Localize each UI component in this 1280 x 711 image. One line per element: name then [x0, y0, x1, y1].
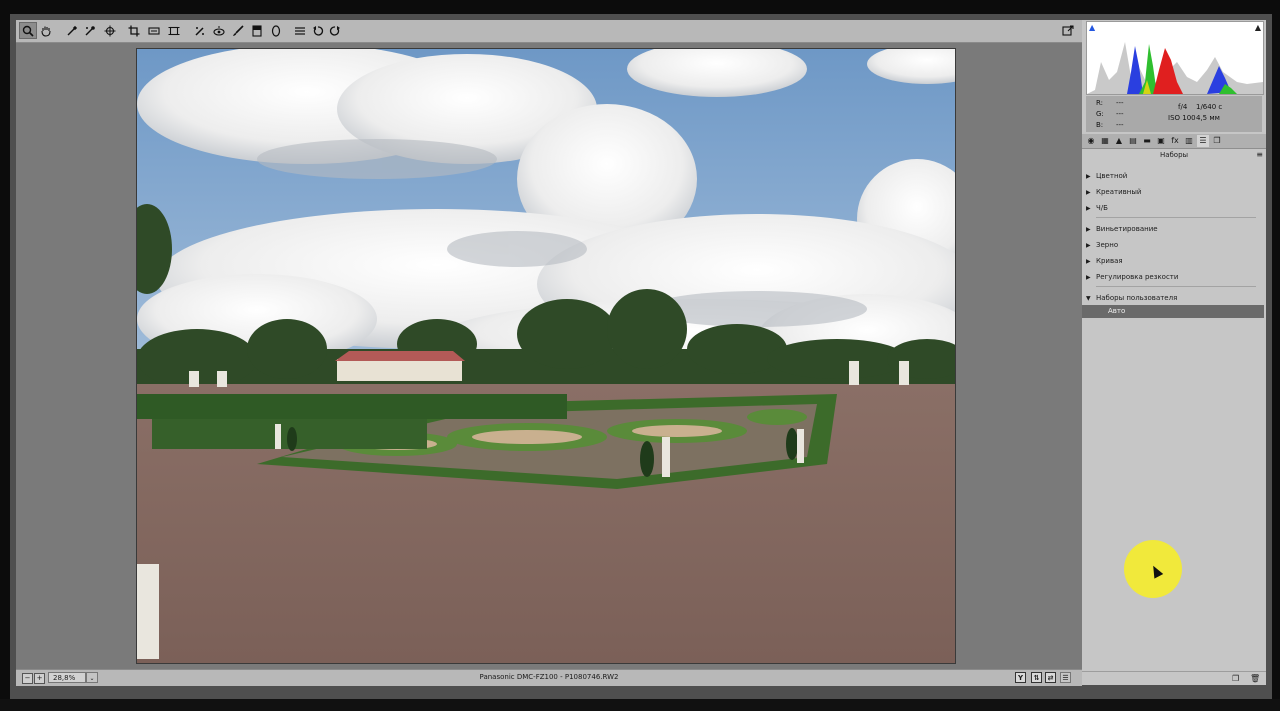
preset-group-vignetting[interactable]: ▶ Виньетирование: [1086, 223, 1262, 235]
file-separator: -: [557, 673, 565, 681]
panel-footer: ❐ 🗑: [1082, 671, 1266, 686]
red-eye-tool-icon[interactable]: [211, 23, 227, 39]
collapse-arrow-icon: ▼: [1086, 295, 1091, 302]
graduated-filter-icon[interactable]: [249, 23, 265, 39]
spot-removal-tool-icon[interactable]: [192, 23, 208, 39]
b-label: B:: [1096, 121, 1104, 129]
color-sampler-tool-icon[interactable]: [82, 23, 98, 39]
expand-arrow-icon: ▶: [1086, 189, 1091, 196]
preferences-icon[interactable]: [292, 23, 308, 39]
white-balance-tool-icon[interactable]: [64, 23, 80, 39]
expand-arrow-icon: ▶: [1086, 258, 1091, 265]
shadow-clipping-icon[interactable]: ▲: [1089, 23, 1095, 32]
expand-arrow-icon: ▶: [1086, 242, 1091, 249]
highlight-clipping-icon[interactable]: ▲: [1255, 23, 1261, 32]
camera-raw-window: − + 28,8% ⌄ Panasonic DMC-FZ100 - P10807…: [10, 14, 1272, 699]
file-name: P1080746.RW2: [564, 673, 619, 681]
split-toning-tab-icon[interactable]: ▬: [1141, 135, 1153, 147]
camera-calibration-tab-icon[interactable]: ▥: [1183, 135, 1195, 147]
preset-item-auto[interactable]: Авто: [1082, 305, 1264, 318]
g-label: G:: [1096, 110, 1104, 118]
rgb-readout: R: --- G: --- B: --- f/4 1/640 с ISO 100…: [1086, 96, 1262, 132]
presets-tab-icon[interactable]: ☰: [1197, 135, 1209, 147]
preset-group-grain[interactable]: ▶ Зерно: [1086, 239, 1262, 251]
camera-model: Panasonic DMC-FZ100: [479, 673, 558, 681]
aperture: f/4: [1178, 103, 1188, 111]
detail-tab-icon[interactable]: ▲: [1113, 135, 1125, 147]
preset-group-bw[interactable]: ▶ Ч/Б: [1086, 202, 1262, 214]
expand-arrow-icon: ▶: [1086, 173, 1091, 180]
expand-arrow-icon: ▶: [1086, 205, 1091, 212]
basic-tab-icon[interactable]: ◉: [1085, 135, 1097, 147]
preset-group-sharpening[interactable]: ▶ Регулировка резкости: [1086, 271, 1262, 283]
screen-bottom-strip: [0, 699, 1280, 711]
hand-tool-icon[interactable]: [38, 23, 54, 39]
b-value: ---: [1116, 121, 1124, 129]
panel-section-title: Наборы: [1159, 151, 1189, 159]
zoom-tool-icon[interactable]: [19, 22, 37, 39]
g-value: ---: [1116, 110, 1124, 118]
r-label: R:: [1096, 99, 1104, 107]
fx-tab-icon[interactable]: fx: [1169, 135, 1181, 147]
image-canvas[interactable]: [16, 43, 1082, 669]
rotate-left-icon[interactable]: [310, 23, 326, 39]
tone-curve-tab-icon[interactable]: ▦: [1099, 135, 1111, 147]
hsl-tab-icon[interactable]: ▤: [1127, 135, 1139, 147]
preset-group-creative[interactable]: ▶ Креативный: [1086, 186, 1262, 198]
preset-group-user[interactable]: ▼ Наборы пользователя: [1086, 292, 1262, 304]
open-in-new-window-icon[interactable]: [1060, 23, 1076, 39]
new-preset-icon[interactable]: ❐: [1232, 674, 1239, 683]
toggle-settings-icon[interactable]: ☰: [1060, 672, 1071, 683]
crop-tool-icon[interactable]: [126, 23, 142, 39]
iso: ISO 100: [1168, 114, 1196, 122]
rotate-right-icon[interactable]: [327, 23, 343, 39]
adjustment-brush-icon[interactable]: [230, 23, 246, 39]
divider: [1096, 286, 1256, 287]
preset-group-color[interactable]: ▶ Цветной: [1086, 170, 1262, 182]
expand-arrow-icon: ▶: [1086, 274, 1091, 281]
file-info: Panasonic DMC-FZ100 - P1080746.RW2: [16, 673, 1082, 681]
copy-settings-icon[interactable]: ⇄: [1045, 672, 1056, 683]
panel-menu-icon[interactable]: ≡: [1256, 149, 1263, 161]
histogram: ▲ ▲: [1086, 21, 1264, 95]
lens-corrections-tab-icon[interactable]: ▣: [1155, 135, 1167, 147]
divider: [1096, 217, 1256, 218]
snapshots-tab-icon[interactable]: ❐: [1211, 135, 1223, 147]
panel-tabs: ◉ ▦ ▲ ▤ ▬ ▣ fx ▥ ☰ ❐: [1082, 134, 1266, 149]
preset-group-curve[interactable]: ▶ Кривая: [1086, 255, 1262, 267]
expand-arrow-icon: ▶: [1086, 226, 1091, 233]
radial-filter-icon[interactable]: [268, 23, 284, 39]
status-bar: − + 28,8% ⌄ Panasonic DMC-FZ100 - P10807…: [16, 669, 1082, 686]
toolbar: [16, 20, 1082, 43]
before-after-view-button[interactable]: Y: [1015, 672, 1026, 683]
focal-length: 4,5 мм: [1196, 114, 1220, 122]
shutter-speed: 1/640 с: [1196, 103, 1223, 111]
targeted-adjustment-tool-icon[interactable]: [102, 23, 118, 39]
delete-preset-icon[interactable]: 🗑: [1250, 674, 1260, 683]
r-value: ---: [1116, 99, 1124, 107]
transform-tool-icon[interactable]: [166, 23, 182, 39]
preview-image: [136, 48, 956, 664]
swap-settings-icon[interactable]: ⇅: [1031, 672, 1042, 683]
straighten-tool-icon[interactable]: [146, 23, 162, 39]
